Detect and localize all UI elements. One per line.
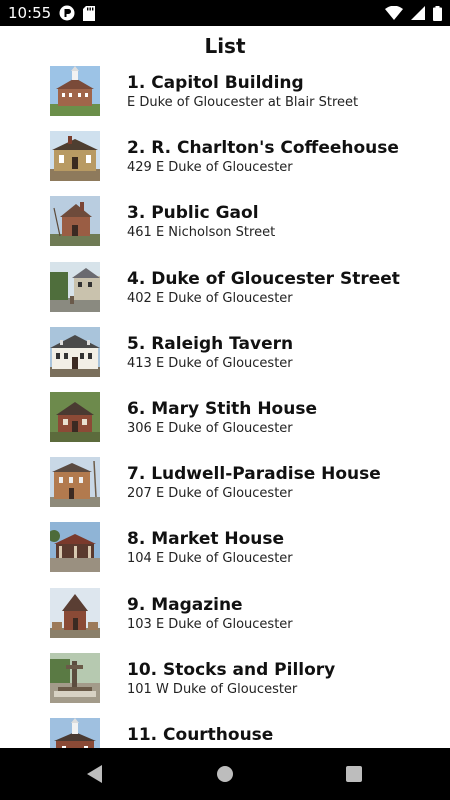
item-title: 10. Stocks and Pillory	[127, 659, 336, 680]
list-item[interactable]: 4. Duke of Gloucester Street 402 E Duke …	[0, 261, 450, 327]
list-item[interactable]: 5. Raleigh Tavern 413 E Duke of Gloucest…	[0, 326, 450, 392]
sd-card-icon	[83, 5, 96, 21]
coffeehouse-photo	[50, 131, 100, 182]
battery-icon	[433, 5, 442, 21]
item-address: E Duke of Gloucester at Blair Street	[127, 95, 359, 110]
capitol-building-photo	[50, 66, 100, 116]
navigation-bar	[0, 748, 450, 800]
public-gaol-photo	[50, 196, 100, 247]
item-address: 101 W Duke of Gloucester	[127, 681, 298, 697]
list-item[interactable]: 10. Stocks and Pillory 101 W Duke of Glo…	[0, 652, 450, 718]
raleigh-tavern-photo	[50, 326, 100, 377]
item-title: 1. Capitol Building	[127, 73, 304, 93]
item-address: 461 E Nicholson Street	[127, 225, 276, 241]
item-address: 402 E Duke of Gloucester	[127, 290, 293, 306]
list-item[interactable]: 2. R. Charlton's Coffeehouse 429 E Duke …	[0, 131, 450, 196]
item-address: 104 E Duke of Gloucester	[127, 551, 293, 567]
status-time: 10:55	[8, 4, 52, 22]
magazine-photo	[50, 587, 100, 638]
list-item[interactable]: 6. Mary Stith House 306 E Duke of Glouce…	[0, 391, 450, 457]
market-house-photo	[50, 522, 100, 573]
mary-stith-house-photo	[50, 391, 100, 442]
recents-icon[interactable]	[345, 764, 363, 789]
location-list[interactable]: 1. Capitol Building E Duke of Gloucester…	[0, 66, 450, 748]
list-item[interactable]: 1. Capitol Building E Duke of Gloucester…	[0, 66, 450, 131]
back-icon[interactable]	[86, 764, 104, 789]
app-notification-icon	[59, 5, 75, 21]
wifi-icon	[385, 6, 403, 20]
home-icon[interactable]	[216, 764, 234, 789]
item-title: 5. Raleigh Tavern	[127, 333, 294, 354]
list-item[interactable]: 8. Market House 104 E Duke of Gloucester	[0, 522, 450, 587]
item-title: 11. Courthouse	[127, 724, 274, 745]
list-item[interactable]: 9. Magazine 103 E Duke of Gloucester	[0, 587, 450, 653]
item-title: 7. Ludwell-Paradise House	[127, 464, 381, 485]
item-title: 3. Public Gaol	[127, 203, 259, 224]
item-title: 9. Magazine	[127, 594, 243, 615]
list-item[interactable]: 11. Courthouse	[0, 717, 450, 748]
status-bar: 10:55	[0, 0, 450, 26]
item-address: 207 E Duke of Gloucester	[127, 486, 293, 502]
item-title: 6. Mary Stith House	[127, 398, 317, 419]
list-item[interactable]: 3. Public Gaol 461 E Nicholson Street	[0, 196, 450, 261]
stocks-and-pillory-photo	[50, 652, 100, 703]
cellular-icon	[411, 6, 425, 20]
street-photo	[50, 261, 100, 312]
list-item[interactable]: 7. Ludwell-Paradise House 207 E Duke of …	[0, 457, 450, 522]
item-address: 429 E Duke of Gloucester	[127, 160, 293, 176]
item-address: 103 E Duke of Gloucester	[127, 616, 293, 632]
item-title: 4. Duke of Gloucester Street	[127, 268, 400, 289]
page-title: List	[204, 34, 246, 58]
item-address: 306 E Duke of Gloucester	[127, 420, 293, 436]
item-title: 2. R. Charlton's Coffeehouse	[127, 138, 399, 159]
courthouse-photo	[50, 717, 100, 748]
ludwell-paradise-house-photo	[50, 457, 100, 508]
item-title: 8. Market House	[127, 529, 285, 550]
item-address: 413 E Duke of Gloucester	[127, 355, 293, 371]
